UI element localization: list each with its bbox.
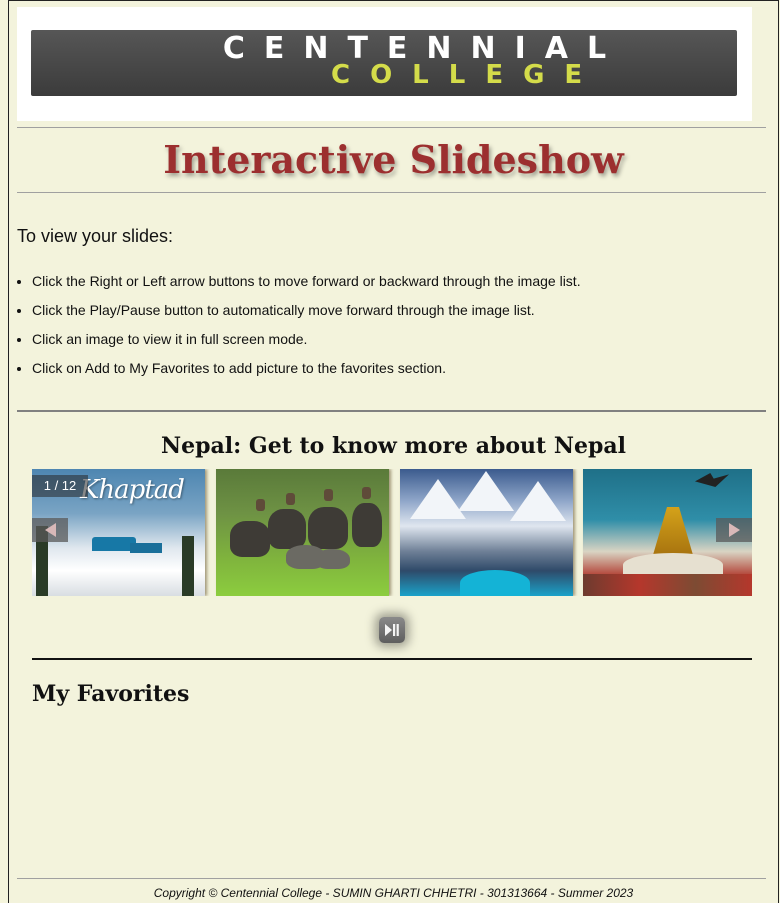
instruction-item: Click an image to view it in full screen…	[32, 325, 581, 354]
mountain-peak	[458, 471, 514, 511]
footer-copyright: Copyright © Centennial College - SUMIN G…	[153, 886, 634, 900]
play-pause-icon	[385, 624, 399, 636]
instructions-list: Click the Right or Left arrow buttons to…	[17, 267, 581, 383]
page-title: Interactive Slideshow	[163, 137, 624, 182]
elephant-shape	[308, 507, 348, 549]
lake-shape	[460, 570, 530, 596]
play-pause-button[interactable]	[379, 617, 405, 643]
instructions-heading: To view your slides:	[17, 226, 174, 246]
favorites-divider	[32, 658, 752, 660]
rider-shape	[256, 499, 265, 511]
hut-shape	[130, 543, 162, 553]
slideshow-title: Nepal: Get to know more about Nepal	[161, 433, 626, 459]
slide-counter: 1 / 12	[32, 475, 88, 497]
section-divider	[17, 410, 766, 412]
tree-shape	[182, 536, 194, 596]
logo-line-2: COLLEGE	[331, 60, 603, 90]
stupa-tower	[653, 507, 693, 555]
rider-shape	[286, 493, 295, 505]
rider-shape	[362, 487, 371, 499]
elephant-shape	[352, 503, 382, 547]
slide-himalaya[interactable]	[400, 469, 573, 596]
mountain-peak	[510, 481, 566, 521]
favorites-title: My Favorites	[32, 681, 190, 707]
instruction-item: Click the Right or Left arrow buttons to…	[32, 267, 581, 296]
rhino-shape	[316, 549, 350, 569]
slide-elephant-safari[interactable]	[216, 469, 389, 596]
elephant-shape	[230, 521, 270, 557]
bird-shape	[695, 473, 729, 487]
image-slider: Khaptad 1 / 12	[32, 469, 752, 596]
next-slide-button[interactable]	[716, 518, 752, 542]
buildings-shape	[583, 574, 752, 596]
slide-caption: Khaptad	[80, 475, 185, 505]
triangle-right-icon	[728, 523, 740, 537]
header-divider	[17, 127, 766, 128]
college-logo: CENTENNIAL COLLEGE	[17, 7, 752, 121]
footer-divider	[17, 878, 766, 879]
logo-plate: CENTENNIAL COLLEGE	[31, 30, 737, 96]
elephant-shape	[268, 509, 306, 549]
rider-shape	[324, 489, 333, 501]
page: CENTENNIAL COLLEGE Interactive Slideshow…	[8, 0, 779, 903]
prev-slide-button[interactable]	[32, 518, 68, 542]
title-divider	[17, 192, 766, 193]
instruction-item: Click the Play/Pause button to automatic…	[32, 296, 581, 325]
instruction-item: Click on Add to My Favorites to add pict…	[32, 354, 581, 383]
triangle-left-icon	[44, 523, 56, 537]
